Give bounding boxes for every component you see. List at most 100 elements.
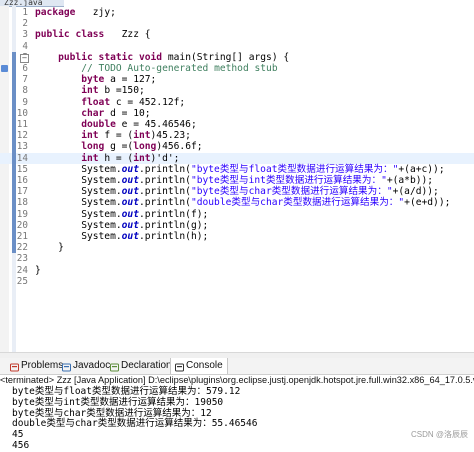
- code-line[interactable]: 25: [0, 276, 474, 287]
- tab-declaration[interactable]: Declaration: [110, 358, 172, 374]
- code-line[interactable]: 11 double e = 45.46546;: [0, 119, 474, 130]
- code-line[interactable]: 18 System.out.println("double类型与char类型数据…: [0, 197, 474, 208]
- editor-tab[interactable]: Zzz.java: [0, 0, 64, 7]
- code-token: .println(h);: [138, 231, 209, 242]
- code-token: b =150;: [98, 85, 145, 97]
- code-line[interactable]: 5 public static void main(String[] args)…: [0, 52, 474, 63]
- line-number: 2: [22, 18, 28, 30]
- code-token: +(a+c));: [398, 163, 445, 175]
- code-token: }: [35, 242, 64, 254]
- bottom-panel-tabs: Problems Javadoc Declaration Console: [0, 358, 474, 375]
- code-line[interactable]: 13 long g =(long)456.6f;: [0, 141, 474, 152]
- code-token: +(a/d));: [392, 186, 439, 198]
- task-marker-icon[interactable]: [1, 65, 8, 72]
- field-token: out: [121, 208, 139, 220]
- string-token: "byte类型与float类型数据进行运算结果为：": [190, 163, 399, 175]
- keyword-token: static: [98, 51, 134, 63]
- code-token: .println(: [138, 175, 191, 186]
- string-token: "double类型与char类型数据进行运算结果为：": [190, 197, 405, 209]
- code-line[interactable]: 24}: [0, 265, 474, 276]
- code-line[interactable]: 6 // TODO Auto-generated method stub: [0, 63, 474, 74]
- field-token: out: [121, 231, 139, 242]
- code-text: System.out.println("byte类型与int类型数据进行运算结果…: [35, 175, 433, 186]
- tab-problems[interactable]: Problems: [10, 358, 63, 374]
- code-text: int b =150;: [35, 85, 145, 96]
- line-number: 24: [16, 264, 28, 276]
- code-text: }: [35, 265, 41, 276]
- code-token: +(a*b));: [386, 175, 434, 186]
- line-number: 25: [16, 275, 28, 287]
- code-token: System.: [35, 208, 122, 220]
- field-token: out: [121, 175, 139, 186]
- code-text: long g =(long)456.6f;: [35, 141, 202, 153]
- code-text: }: [35, 242, 64, 253]
- code-line[interactable]: 7 byte a = 127;: [0, 74, 474, 85]
- fold-toggle-icon[interactable]: −: [20, 53, 29, 63]
- keyword-token: byte: [81, 74, 105, 86]
- code-text: System.out.println("byte类型与char类型数据进行运算结…: [35, 186, 439, 197]
- keyword-token: package: [35, 7, 76, 18]
- code-line[interactable]: 8 int b =150;: [0, 85, 474, 96]
- tab-console[interactable]: Console: [170, 358, 228, 374]
- code-line[interactable]: 15 System.out.println("byte类型与float类型数据进…: [0, 164, 474, 175]
- console-line: 456: [12, 440, 30, 451]
- code-line[interactable]: 3 public class Zzz {: [0, 29, 474, 40]
- string-token: "byte类型与int类型数据进行运算结果为：": [190, 175, 387, 186]
- code-token: System.: [35, 175, 122, 186]
- keyword-token: int: [81, 152, 99, 164]
- code-text: double e = 45.46546;: [35, 119, 197, 130]
- field-token: out: [121, 197, 139, 209]
- code-line[interactable]: 22 }: [0, 242, 474, 253]
- code-text: char d = 10;: [35, 107, 151, 119]
- code-line[interactable]: 21 System.out.println(h);: [0, 231, 474, 242]
- code-line[interactable]: 1 package zjy;: [0, 7, 474, 18]
- code-line[interactable]: 9 float c = 452.12f;: [0, 97, 474, 108]
- code-token: )'d';: [150, 152, 180, 164]
- field-token: out: [121, 163, 139, 175]
- tab-javadoc[interactable]: Javadoc: [62, 358, 110, 374]
- code-line[interactable]: 10 char d = 10;: [0, 108, 474, 119]
- code-text: public class Zzz {: [35, 29, 151, 40]
- comment-token: // TODO Auto-generated method stub: [81, 63, 278, 74]
- code-line[interactable]: 14 int h = (int)'d';: [0, 152, 474, 164]
- keyword-token: long: [133, 141, 157, 153]
- string-token: "byte类型与char类型数据进行运算结果为：": [190, 186, 393, 198]
- problems-icon: [10, 362, 19, 371]
- code-token: main(String[] args) {: [162, 51, 290, 63]
- keyword-token: double: [81, 119, 116, 130]
- code-line[interactable]: 20 System.out.println(g);: [0, 220, 474, 231]
- code-text: float c = 452.12f;: [35, 97, 185, 108]
- code-line[interactable]: 16 System.out.println("byte类型与int类型数据进行运…: [0, 175, 474, 186]
- field-token: out: [121, 219, 139, 231]
- code-token: .println(: [138, 186, 191, 198]
- keyword-token: public: [35, 29, 70, 41]
- field-token: out: [121, 186, 139, 198]
- code-line[interactable]: 4: [0, 41, 474, 52]
- keyword-token: int: [81, 85, 99, 97]
- code-text: package zjy;: [35, 7, 116, 18]
- code-token: System.: [35, 163, 122, 175]
- console-terminated-header: <terminated> Zzz [Java Application] D:\e…: [0, 375, 474, 385]
- code-line[interactable]: 12 int f = (int)45.23;: [0, 130, 474, 141]
- code-token: }: [35, 264, 41, 276]
- code-line[interactable]: 23: [0, 253, 474, 264]
- line-number: 4: [22, 40, 28, 52]
- code-line[interactable]: 2: [0, 18, 474, 29]
- code-text: public static void main(String[] args) {: [35, 52, 289, 63]
- code-token: d = 10;: [104, 107, 151, 119]
- line-number: 1: [22, 7, 28, 18]
- code-token: g =(: [104, 141, 134, 153]
- code-editor[interactable]: Zzz.java 1 package zjy; 2 3 public class Zzz…: [0, 0, 474, 352]
- javadoc-icon: [62, 362, 71, 371]
- code-line[interactable]: 17 System.out.println("byte类型与char类型数据进行…: [0, 186, 474, 197]
- code-token: System.: [35, 197, 122, 209]
- code-line[interactable]: 19 System.out.println(f);: [0, 209, 474, 220]
- keyword-token: float: [81, 96, 111, 108]
- code-text: byte a = 127;: [35, 74, 156, 85]
- keyword-token: void: [138, 51, 163, 63]
- code-token: f = (: [98, 130, 134, 142]
- tab-label: Declaration: [121, 360, 172, 371]
